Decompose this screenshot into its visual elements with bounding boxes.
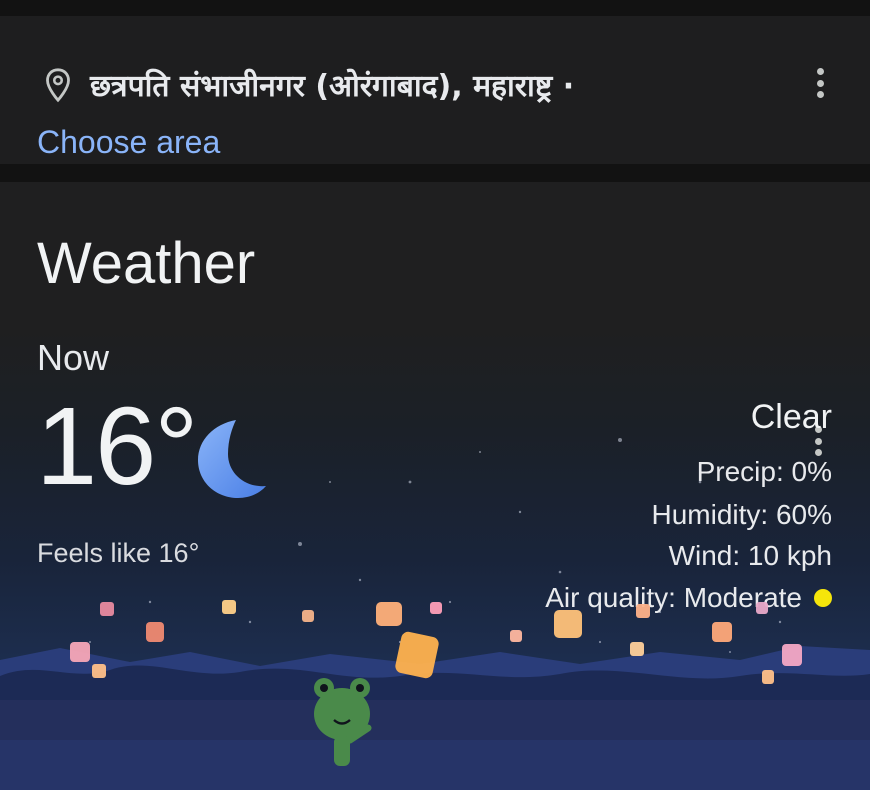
location-row[interactable]: छत्रपति संभाजीनगर (ओरंगाबाद), महाराष्ट्र… [44, 64, 574, 105]
lantern-night-illustration [0, 600, 870, 790]
humidity-text: Humidity: 60% [651, 499, 832, 530]
wind-text: Wind: 10 kph [668, 540, 832, 571]
weather-card: Weather Now 16° Feels like 16° Clear Pre… [0, 182, 870, 790]
now-label: Now [37, 337, 110, 378]
location-pin-icon [46, 67, 70, 102]
precip-text: Precip: 0% [696, 456, 832, 487]
current-temperature: 16° [36, 385, 198, 508]
feels-like-text: Feels like 16° [37, 538, 200, 568]
location-more-options-icon[interactable] [816, 68, 824, 98]
location-card: छत्रपति संभाजीनगर (ओरंगाबाद), महाराष्ट्र… [0, 16, 870, 164]
moon-icon [198, 420, 266, 498]
choose-area-link[interactable]: Choose area [37, 124, 220, 161]
location-name: छत्रपति संभाजीनगर (ओरंगाबाद), महाराष्ट्र… [90, 69, 575, 104]
condition-text: Clear [750, 398, 832, 436]
